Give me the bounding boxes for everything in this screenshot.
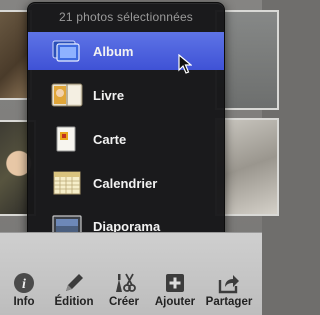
menu-item-label: Livre: [93, 87, 125, 103]
edit-button[interactable]: Édition: [48, 271, 100, 315]
toolbar-button-label: Créer: [108, 296, 140, 308]
menu-item-book[interactable]: Livre: [28, 76, 224, 114]
add-icon: [163, 271, 187, 295]
menu-item-label: Calendrier: [93, 175, 158, 191]
create-tools-icon: [112, 271, 136, 295]
share-icon: [217, 271, 241, 295]
svg-text:i: i: [22, 277, 26, 292]
mouse-cursor-icon: [178, 53, 193, 79]
menu-item-card[interactable]: Carte: [28, 120, 224, 158]
menu-item-album[interactable]: Album: [28, 32, 224, 70]
card-icon: [50, 125, 84, 153]
menu-item-label: Album: [93, 43, 134, 59]
info-icon: i: [12, 271, 36, 295]
selection-count-header: 21 photos sélectionnées: [58, 10, 194, 24]
add-button[interactable]: Ajouter: [149, 271, 201, 315]
toolbar-button-label: Édition: [54, 296, 94, 308]
bottom-toolbar: i Info Édition Créer Ajouter Partager: [0, 232, 262, 315]
share-button[interactable]: Partager: [203, 271, 255, 315]
calendar-icon: [50, 169, 84, 197]
info-button[interactable]: i Info: [0, 271, 50, 315]
create-button[interactable]: Créer: [98, 271, 150, 315]
toolbar-button-label: Ajouter: [154, 296, 196, 308]
menu-item-calendar[interactable]: Calendrier: [28, 164, 224, 202]
menu-item-label: Carte: [93, 131, 127, 147]
toolbar-button-label: Partager: [205, 296, 253, 308]
book-icon: [50, 81, 84, 109]
album-icon: [50, 37, 84, 65]
create-popover: 21 photos sélectionnées Album Livre Cart…: [27, 2, 225, 255]
toolbar-button-label: Info: [13, 296, 35, 308]
pencil-icon: [62, 271, 86, 295]
